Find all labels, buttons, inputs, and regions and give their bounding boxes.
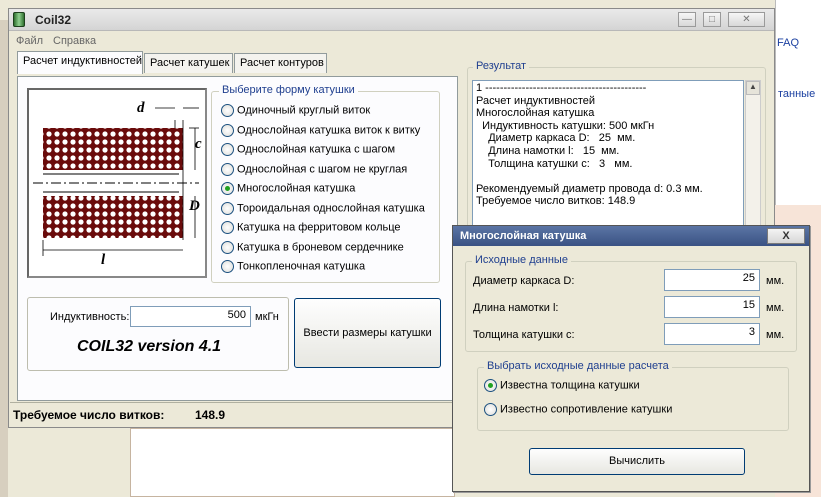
coil-form-option[interactable]: Катушка на ферритовом кольце bbox=[221, 221, 401, 237]
calc-choice-option[interactable]: Известно сопротивление катушки bbox=[484, 403, 672, 419]
coil-form-option-label: Одиночный круглый виток bbox=[237, 104, 371, 117]
background-faq-link[interactable]: FAQ bbox=[777, 37, 799, 49]
dialog-title: Многослойная катушка bbox=[460, 230, 587, 242]
coil-form-option[interactable]: Однослойная с шагом не круглая bbox=[221, 162, 408, 179]
calculate-button[interactable]: Вычислить bbox=[529, 448, 745, 475]
label-c: c bbox=[195, 136, 202, 152]
coil-form-option-label: Катушка в броневом сердечнике bbox=[237, 241, 404, 253]
background-link-text[interactable]: танные bbox=[778, 88, 815, 100]
coil-diagram: d c D l bbox=[27, 88, 207, 278]
radio-button-icon[interactable] bbox=[221, 201, 234, 215]
calc-choice-label: Известна толщина катушки bbox=[500, 379, 640, 392]
dialog-field-input[interactable]: 3 bbox=[664, 323, 760, 345]
dialog-field-label: Толщина катушки c: bbox=[473, 329, 575, 341]
turns-value: 148.9 bbox=[195, 408, 226, 422]
radio-button-icon[interactable] bbox=[221, 240, 234, 254]
radio-button-icon[interactable] bbox=[221, 182, 234, 195]
radio-button-icon[interactable] bbox=[221, 143, 234, 156]
maximize-button[interactable]: □ bbox=[703, 12, 721, 27]
minimize-button[interactable]: — bbox=[678, 12, 696, 27]
source-data-legend: Исходные данные bbox=[472, 254, 571, 266]
result-line: Индуктивность катушки: 500 мкГн bbox=[476, 119, 655, 132]
coil-form-option[interactable]: Однослойная катушка с шагом bbox=[221, 143, 395, 159]
inductance-input[interactable]: 500 bbox=[130, 306, 251, 327]
result-line: Диаметр каркаса D: 25 мм. bbox=[476, 132, 636, 145]
radio-button-icon[interactable] bbox=[221, 221, 234, 234]
inductance-unit: мкГн bbox=[255, 311, 279, 323]
result-line: 1 --------------------------------------… bbox=[476, 82, 647, 94]
dialog-field-unit: мм. bbox=[766, 329, 785, 341]
result-line: Рекомендуемый диаметр провода d: 0.3 мм. bbox=[476, 182, 703, 195]
result-textarea[interactable]: 1 --------------------------------------… bbox=[472, 80, 744, 229]
coil-form-legend: Выберите форму катушки bbox=[219, 84, 358, 96]
close-button[interactable]: ✕ bbox=[728, 12, 765, 27]
coil-form-option[interactable]: Однослойная катушка виток к витку bbox=[221, 123, 421, 140]
dialog-title-bar[interactable]: Многослойная катушка X bbox=[453, 226, 809, 246]
tab-coils[interactable]: Расчет катушек bbox=[144, 53, 233, 73]
dialog-field-input[interactable]: 15 bbox=[664, 296, 760, 318]
radio-button-icon[interactable] bbox=[221, 162, 234, 176]
result-scrollbar[interactable]: ▲ bbox=[745, 80, 761, 230]
result-line: Расчет индуктивностей bbox=[476, 94, 596, 107]
dialog-field-label: Диаметр каркаса D: bbox=[473, 275, 575, 287]
result-line bbox=[476, 170, 740, 183]
label-l: l bbox=[101, 252, 106, 268]
background-window-edge bbox=[0, 20, 8, 497]
coil-form-option[interactable]: Тороидальная однослойная катушка bbox=[221, 201, 425, 218]
result-legend: Результат bbox=[473, 60, 530, 72]
inductance-label: Индуктивность: bbox=[50, 311, 130, 323]
dialog-field-input[interactable]: 25 bbox=[664, 269, 760, 291]
coil-form-option-label: Однослойная с шагом не круглая bbox=[237, 163, 408, 175]
coil-form-option-label: Тороидальная однослойная катушка bbox=[237, 202, 425, 214]
coil-form-option[interactable]: Одиночный круглый виток bbox=[221, 104, 370, 120]
dialog-close-button[interactable]: X bbox=[767, 228, 805, 244]
label-d: d bbox=[137, 100, 145, 116]
result-line: Длина намотки l: 15 мм. bbox=[476, 144, 620, 157]
radio-button-icon[interactable] bbox=[221, 123, 234, 137]
scroll-up-arrow-icon[interactable]: ▲ bbox=[746, 81, 760, 95]
background-content-area bbox=[130, 428, 455, 497]
coil-form-option-label: Многослойная катушка bbox=[237, 182, 356, 195]
multilayer-coil-dialog: Многослойная катушка X Исходные данные Д… bbox=[452, 225, 810, 492]
tab-circuits[interactable]: Расчет контуров bbox=[234, 53, 327, 73]
status-bar: Требуемое число витков: 148.9 bbox=[10, 402, 456, 424]
coil-form-option[interactable]: Катушка в броневом сердечнике bbox=[221, 240, 404, 257]
coil-form-option-label: Тонкопленочная катушка bbox=[237, 260, 366, 273]
coil-form-option-label: Однослойная катушка с шагом bbox=[237, 143, 396, 156]
enter-dimensions-button[interactable]: Ввести размеры катушки bbox=[294, 298, 441, 368]
calc-choice-option[interactable]: Известна толщина катушки bbox=[484, 379, 640, 395]
result-line: Толщина катушки с: 3 мм. bbox=[476, 157, 633, 170]
coil-form-option[interactable]: Тонкопленочная катушка bbox=[221, 260, 365, 276]
menu-help[interactable]: Справка bbox=[53, 35, 96, 47]
turns-label: Требуемое число витков: bbox=[13, 408, 165, 422]
radio-button-icon[interactable] bbox=[221, 260, 234, 273]
tab-inductance[interactable]: Расчет индуктивностей bbox=[17, 51, 143, 74]
calc-choice-label: Известно сопротивление катушки bbox=[500, 403, 673, 416]
result-line: Требуемое число витков: 148.9 bbox=[476, 195, 636, 208]
version-label: COIL32 version 4.1 bbox=[77, 338, 222, 355]
result-line: Многослойная катушка bbox=[476, 107, 595, 120]
dialog-field-label: Длина намотки l: bbox=[473, 302, 559, 314]
menu-file[interactable]: Файл bbox=[16, 35, 43, 47]
dialog-field-unit: мм. bbox=[766, 275, 785, 287]
multilayer-coil-drawing: d c D l bbox=[33, 100, 202, 268]
radio-button-icon[interactable] bbox=[484, 403, 497, 416]
coil-form-option-label: Катушка на ферритовом кольце bbox=[237, 221, 401, 234]
coil-form-option-label: Однослойная катушка виток к витку bbox=[237, 124, 421, 136]
dialog-field-unit: мм. bbox=[766, 302, 785, 314]
label-D: D bbox=[188, 198, 200, 214]
coil-app-icon bbox=[13, 12, 25, 27]
calc-choice-group bbox=[477, 367, 789, 431]
radio-button-icon[interactable] bbox=[484, 379, 497, 392]
coil-form-option[interactable]: Многослойная катушка bbox=[221, 182, 355, 198]
calc-choice-legend: Выбрать исходные данные расчета bbox=[484, 360, 672, 372]
title-bar[interactable]: Coil32 — □ ✕ bbox=[9, 9, 774, 31]
radio-button-icon[interactable] bbox=[221, 104, 234, 117]
window-title: Coil32 bbox=[35, 13, 72, 27]
menu-bar: Файл Справка bbox=[9, 32, 774, 50]
